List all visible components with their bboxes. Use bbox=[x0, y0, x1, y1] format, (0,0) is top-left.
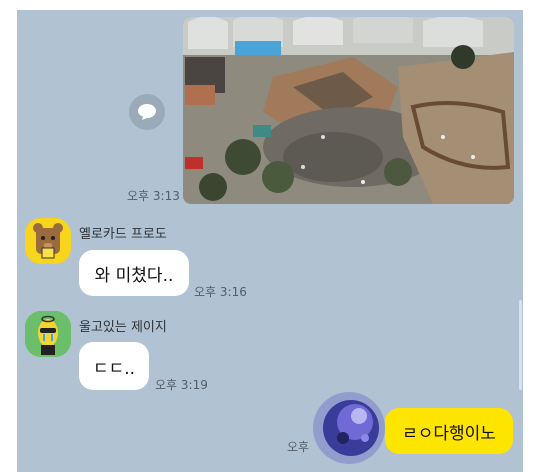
purple-orb-emoticon bbox=[309, 388, 389, 468]
my-message-bubble[interactable]: ㄹㅇ다행이노 bbox=[385, 408, 513, 454]
aerial-photo-image bbox=[183, 17, 514, 204]
message-time: 오후 bbox=[287, 440, 310, 454]
share-button[interactable] bbox=[129, 94, 165, 130]
sender-name: 옐로카드 프로도 bbox=[79, 227, 167, 242]
chat-room: 오후 3:13 옐로카드 프로도 와 미쳤다.. 오후 3:16 울고있는 제이… bbox=[17, 10, 523, 472]
sender-name: 울고있는 제이지 bbox=[79, 320, 167, 335]
frodo-character-icon bbox=[25, 218, 71, 264]
message-time: 오후 3:19 bbox=[155, 378, 208, 392]
message-time: 오후 3:16 bbox=[194, 285, 247, 299]
jayg-character-icon bbox=[25, 311, 71, 357]
share-speech-icon bbox=[138, 104, 156, 120]
orb-icon bbox=[313, 392, 385, 464]
message-bubble[interactable]: ㄷㄷ.. bbox=[79, 342, 149, 390]
shared-photo[interactable] bbox=[183, 17, 514, 204]
scrollbar[interactable] bbox=[519, 300, 522, 390]
avatar-crying-jayg[interactable] bbox=[25, 311, 71, 357]
avatar-yellowcard-frodo[interactable] bbox=[25, 218, 71, 264]
message-bubble[interactable]: 와 미쳤다.. bbox=[79, 250, 189, 296]
message-time: 오후 3:13 bbox=[127, 189, 180, 203]
